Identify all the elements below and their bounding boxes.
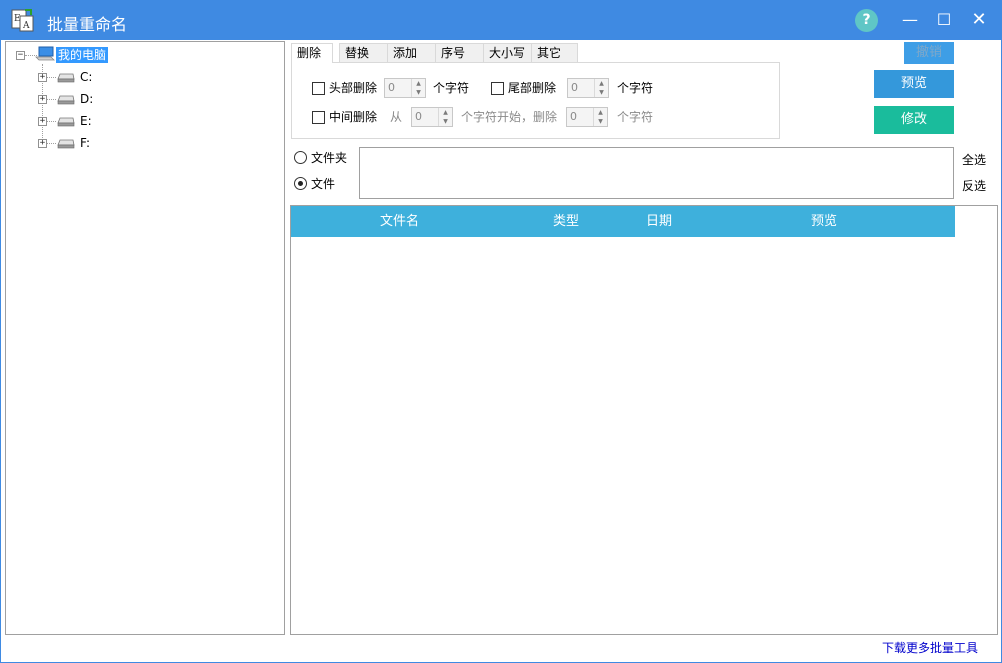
minimize-button[interactable]: —: [897, 8, 923, 32]
preview-button[interactable]: 预览: [874, 70, 954, 98]
tree-collapse-icon[interactable]: −: [16, 51, 25, 60]
drive-icon: [57, 117, 75, 127]
drive-icon: [57, 73, 75, 83]
drive-icon: [57, 95, 75, 105]
tab-sequence[interactable]: 序号: [435, 43, 484, 62]
help-button[interactable]: ?: [855, 9, 878, 32]
column-header-date[interactable]: 日期: [646, 214, 672, 230]
window-title: 批量重命名: [47, 15, 128, 34]
tree-connector: [47, 143, 56, 144]
tree-expand-icon[interactable]: +: [38, 117, 47, 126]
app-icon: E A: [11, 9, 34, 32]
tab-case[interactable]: 大小写: [483, 43, 532, 62]
tail-delete-stepper[interactable]: 0 ▲ ▼: [567, 78, 609, 98]
modify-button[interactable]: 修改: [874, 106, 954, 134]
file-list-header: 文件名 类型 日期 预览: [291, 206, 955, 237]
tree-item-drive-d[interactable]: D:: [80, 92, 93, 106]
file-radio-label: 文件: [311, 177, 336, 191]
close-button[interactable]: ✕: [966, 8, 992, 32]
head-delete-checkbox[interactable]: [312, 82, 325, 95]
drive-icon: [57, 139, 75, 149]
head-delete-unit: 个字符: [433, 81, 470, 95]
tree-connector: [47, 77, 56, 78]
invert-selection-button[interactable]: 反选: [962, 179, 986, 193]
title-bar: E A 批量重命名 ? — ☐ ✕: [0, 0, 1002, 40]
middle-from-stepper[interactable]: 0 ▲ ▼: [411, 107, 453, 127]
middle-start-text: 个字符开始，删除: [461, 110, 558, 124]
head-delete-value: 0: [388, 81, 395, 94]
tree-item-drive-e[interactable]: E:: [80, 114, 92, 128]
stepper-arrows-icon[interactable]: ▲ ▼: [594, 79, 608, 97]
file-radio[interactable]: [294, 177, 307, 190]
folder-radio-label: 文件夹: [311, 151, 348, 165]
tree-expand-icon[interactable]: +: [38, 95, 47, 104]
column-header-type[interactable]: 类型: [553, 214, 579, 230]
download-more-tools-link[interactable]: 下载更多批量工具: [882, 641, 978, 655]
stepper-arrows-icon[interactable]: ▲ ▼: [438, 108, 452, 126]
tree-connector: [47, 121, 56, 122]
tail-delete-label: 尾部删除: [508, 81, 557, 95]
file-list[interactable]: 文件名 类型 日期 预览: [290, 205, 998, 635]
tab-delete[interactable]: 删除: [291, 43, 333, 63]
filter-textarea[interactable]: [359, 147, 954, 199]
middle-count-value: 0: [570, 110, 577, 123]
tab-other[interactable]: 其它: [531, 43, 578, 62]
delete-options-panel: 头部删除 0 ▲ ▼ 个字符 尾部删除 0 ▲ ▼ 个字符 中间删除 从 0 ▲ ▼ …: [291, 62, 780, 139]
tail-delete-checkbox[interactable]: [491, 82, 504, 95]
column-header-filename[interactable]: 文件名: [380, 214, 419, 230]
stepper-arrows-icon[interactable]: ▲ ▼: [593, 108, 607, 126]
tree-connector: [47, 99, 56, 100]
maximize-button[interactable]: ☐: [931, 8, 957, 32]
tree-expand-icon[interactable]: +: [38, 139, 47, 148]
middle-delete-checkbox[interactable]: [312, 111, 325, 124]
middle-from-label: 从: [390, 110, 403, 124]
tail-delete-value: 0: [571, 81, 578, 94]
middle-delete-label: 中间删除: [329, 110, 378, 124]
head-delete-label: 头部删除: [329, 81, 378, 95]
tree-item-drive-f[interactable]: F:: [80, 136, 90, 150]
tree-root-my-computer[interactable]: 我的电脑: [56, 47, 109, 63]
tree-item-drive-c[interactable]: C:: [80, 70, 92, 84]
folder-tree[interactable]: − 我的电脑 + C: + D: + E: + F:: [5, 41, 285, 635]
column-header-preview[interactable]: 预览: [811, 214, 837, 230]
middle-from-value: 0: [415, 110, 422, 123]
head-delete-stepper[interactable]: 0 ▲ ▼: [384, 78, 426, 98]
svg-text:A: A: [22, 21, 30, 31]
stepper-arrows-icon[interactable]: ▲ ▼: [411, 79, 425, 97]
middle-count-stepper[interactable]: 0 ▲ ▼: [566, 107, 608, 127]
folder-radio[interactable]: [294, 151, 307, 164]
tab-add[interactable]: 添加: [387, 43, 436, 62]
tree-expand-icon[interactable]: +: [38, 73, 47, 82]
tab-replace[interactable]: 替换: [339, 43, 388, 62]
select-all-button[interactable]: 全选: [962, 153, 986, 167]
tail-delete-unit: 个字符: [617, 81, 654, 95]
computer-icon: [35, 46, 55, 61]
middle-count-unit: 个字符: [617, 110, 654, 124]
undo-button[interactable]: 撤销: [904, 42, 954, 64]
